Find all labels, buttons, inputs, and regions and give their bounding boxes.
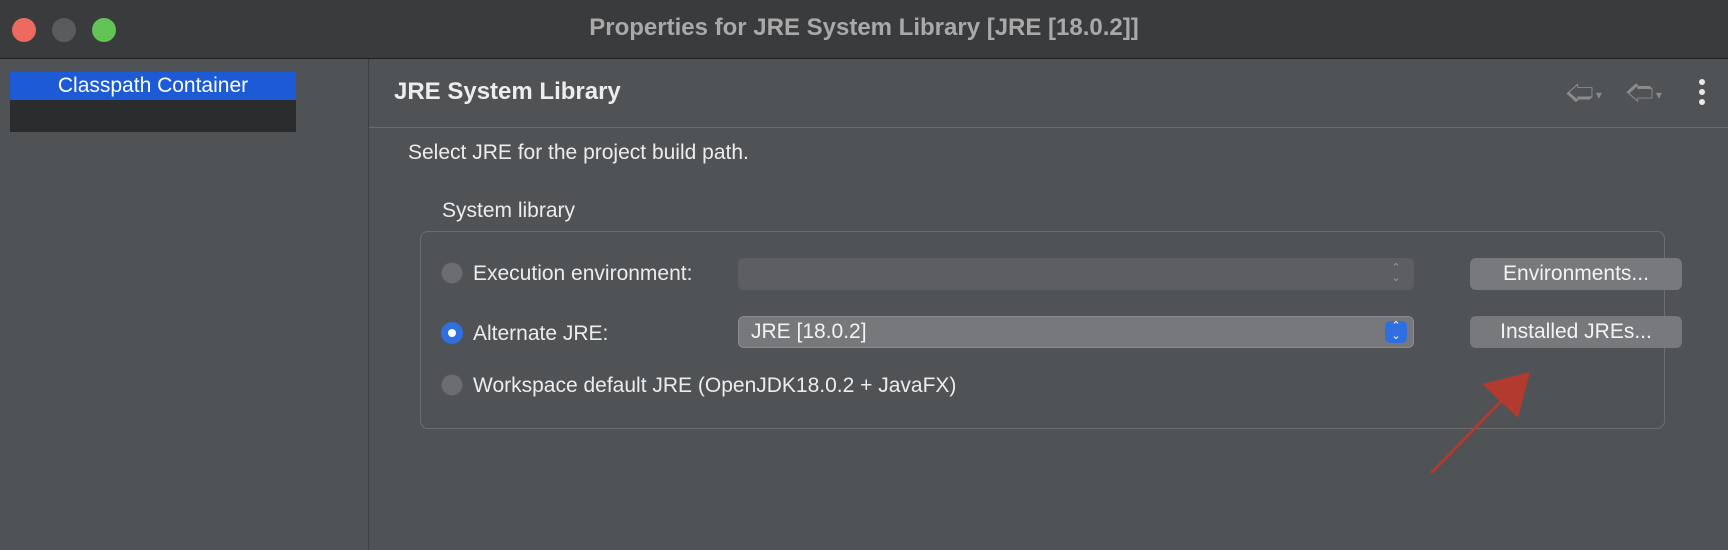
chevron-down-icon: ▾ <box>1595 87 1602 102</box>
properties-dialog: Properties for JRE System Library [JRE [… <box>0 0 1728 550</box>
forward-button[interactable]: 🢢 ▾ <box>1625 79 1662 109</box>
alternate-jre-row: Alternate JRE: JRE [18.0.2] ⌃ ⌄ Installed… <box>441 314 1682 354</box>
back-button[interactable]: 🢠 ▾ <box>1565 79 1602 109</box>
installed-jres-button[interactable]: Installed JREs... <box>1470 316 1682 348</box>
alternate-jre-value: JRE [18.0.2] <box>751 320 867 343</box>
workspace-default-radio[interactable] <box>441 374 463 396</box>
execution-environment-row: Execution environment: ⌃ ⌄ Environments..… <box>441 254 1682 294</box>
arrow-right-icon: 🢢 <box>1625 77 1654 108</box>
execution-environment-radio[interactable] <box>441 262 463 284</box>
sidebar: Classpath Container <box>0 59 369 550</box>
environments-button[interactable]: Environments... <box>1470 258 1682 290</box>
sidebar-item-classpath-container[interactable]: Classpath Container <box>10 72 296 100</box>
annotation-arrow-head <box>1482 372 1530 418</box>
page-header: JRE System Library 🢠 ▾ 🢢 ▾ <box>369 59 1728 128</box>
kebab-menu-icon[interactable] <box>1699 79 1705 109</box>
chevron-down-icon: ▾ <box>1655 87 1662 102</box>
page-title: JRE System Library <box>394 78 621 105</box>
up-down-chevron-icon: ⌃ ⌄ <box>1391 262 1401 284</box>
alternate-jre-radio[interactable] <box>441 322 463 344</box>
workspace-default-label: Workspace default JRE (OpenJDK18.0.2 + J… <box>473 374 957 397</box>
title-bar: Properties for JRE System Library [JRE [… <box>0 0 1728 59</box>
sidebar-tree: Classpath Container <box>10 72 296 132</box>
alternate-jre-label: Alternate JRE: <box>473 322 609 345</box>
annotation-arrow <box>1430 372 1530 474</box>
execution-environment-label: Execution environment: <box>473 262 693 285</box>
arrow-left-icon: 🢠 <box>1565 77 1594 108</box>
page-description: Select JRE for the project build path. <box>408 141 749 164</box>
window-title: Properties for JRE System Library [JRE [… <box>589 14 1139 41</box>
system-library-group-label: System library <box>442 199 576 222</box>
up-down-chevron-icon: ⌃ ⌄ <box>1385 321 1407 343</box>
execution-environment-select[interactable]: ⌃ ⌄ <box>738 258 1414 290</box>
alternate-jre-select[interactable]: JRE [18.0.2] ⌃ ⌄ <box>738 316 1414 348</box>
